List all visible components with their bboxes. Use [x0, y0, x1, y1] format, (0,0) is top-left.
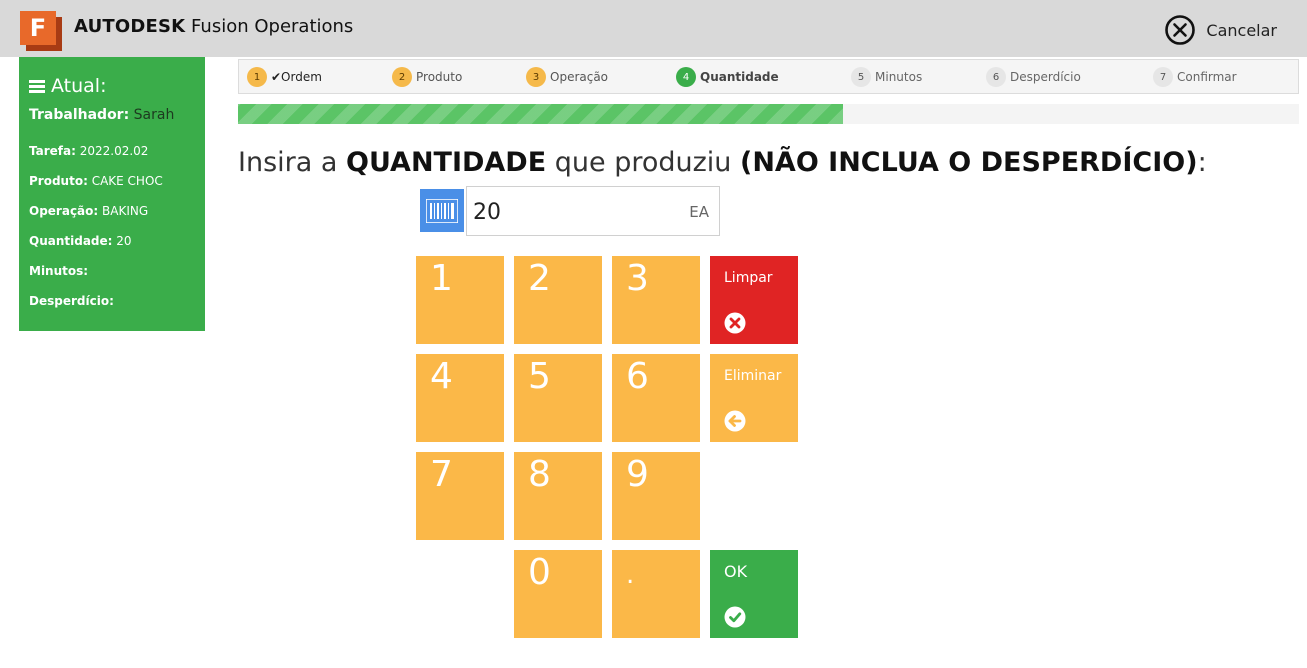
check-circle-icon [724, 606, 746, 628]
key-2[interactable]: 2 [514, 256, 602, 344]
key-digit: 6 [626, 356, 649, 397]
key-3[interactable]: 3 [612, 256, 700, 344]
step-label: Quantidade [700, 70, 779, 84]
key-5[interactable]: 5 [514, 354, 602, 442]
quantity-value: 20 [112, 234, 132, 248]
key-1[interactable]: 1 [416, 256, 504, 344]
key-digit: 4 [430, 356, 453, 397]
close-circle-icon [1165, 15, 1196, 45]
current-info-panel: Atual: Trabalhador: Sarah Tarefa: 2022.0… [19, 57, 205, 331]
app-logo: F [20, 11, 62, 51]
instruction-emphasis: QUANTIDADE [346, 147, 547, 178]
delete-button[interactable]: Eliminar [710, 354, 798, 442]
step-order[interactable]: 1 ✔Ordem [247, 67, 322, 87]
step-minutes[interactable]: 5 Minutos [851, 67, 922, 87]
progress-fill [238, 104, 843, 124]
quantity-field[interactable]: EA [466, 186, 720, 236]
quantity-input[interactable] [473, 199, 673, 225]
top-header: F AUTODESK Fusion Operations Cancelar [0, 0, 1307, 57]
cancel-button[interactable]: Cancelar [1164, 14, 1277, 46]
clear-button[interactable]: Limpar [710, 256, 798, 344]
product-row: Produto: CAKE CHOC [29, 174, 163, 188]
worker-value: Sarah [129, 107, 175, 123]
wizard-steps: 1 ✔Ordem 2 Produto 3 Operação 4 Quantida… [238, 59, 1299, 94]
app-title: AUTODESK Fusion Operations [74, 16, 353, 37]
product-name: Fusion Operations [185, 16, 354, 37]
step-number: 4 [676, 67, 696, 87]
minutes-row: Minutos: [29, 264, 88, 278]
task-label: Tarefa: [29, 144, 76, 158]
step-operation[interactable]: 3 Operação [526, 67, 608, 87]
key-digit: 3 [626, 258, 649, 299]
task-row: Tarefa: 2022.02.02 [29, 144, 148, 158]
step-number: 5 [851, 67, 871, 87]
barcode-icon [426, 198, 458, 223]
key-digit: . [626, 560, 635, 590]
unit-label: EA [689, 203, 709, 221]
key-8[interactable]: 8 [514, 452, 602, 540]
key-9[interactable]: 9 [612, 452, 700, 540]
key-7[interactable]: 7 [416, 452, 504, 540]
ok-label: OK [724, 562, 748, 581]
key-digit: 7 [430, 454, 453, 495]
step-label: ✔Ordem [271, 70, 322, 84]
step-label: Desperdício [1010, 70, 1081, 84]
step-quantity[interactable]: 4 Quantidade [676, 67, 779, 87]
key-digit: 8 [528, 454, 551, 495]
instruction-text: Insira a QUANTIDADE que produziu (NÃO IN… [238, 147, 1207, 178]
step-product[interactable]: 2 Produto [392, 67, 462, 87]
panel-title-text: Atual: [51, 75, 107, 97]
quantity-label: Quantidade: [29, 234, 113, 248]
instruction-warning: (NÃO INCLUA O DESPERDÍCIO) [739, 147, 1198, 178]
key-digit: 2 [528, 258, 551, 299]
step-number: 1 [247, 67, 267, 87]
product-value: CAKE CHOC [87, 174, 163, 188]
worker-row: Trabalhador: Sarah [29, 107, 174, 123]
menu-icon [29, 79, 45, 93]
quantity-row: Quantidade: 20 [29, 234, 132, 248]
product-label: Produto: [29, 174, 88, 188]
key-digit: 5 [528, 356, 551, 397]
ok-button[interactable]: OK [710, 550, 798, 638]
waste-label: Desperdício: [29, 294, 114, 308]
step-number: 7 [1153, 67, 1173, 87]
step-number: 6 [986, 67, 1006, 87]
instruction-part: Insira a [238, 147, 346, 178]
operation-label: Operação: [29, 204, 99, 218]
step-number: 2 [392, 67, 412, 87]
key-4[interactable]: 4 [416, 354, 504, 442]
step-label: Minutos [875, 70, 923, 84]
barcode-scan-button[interactable] [420, 189, 464, 232]
key-digit: 9 [626, 454, 649, 495]
step-number: 3 [526, 67, 546, 87]
delete-label: Eliminar [724, 368, 782, 384]
progress-bar [238, 104, 1299, 124]
step-waste[interactable]: 6 Desperdício [986, 67, 1081, 87]
operation-row: Operação: BAKING [29, 204, 148, 218]
key-digit: 0 [528, 552, 551, 593]
arrow-left-circle-icon [724, 410, 746, 432]
worker-label: Trabalhador: [29, 107, 130, 123]
times-circle-icon [724, 312, 746, 334]
key-decimal[interactable]: . [612, 550, 700, 638]
minutes-label: Minutos: [29, 264, 89, 278]
key-0[interactable]: 0 [514, 550, 602, 638]
step-label: Confirmar [1177, 70, 1237, 84]
waste-row: Desperdício: [29, 294, 114, 308]
panel-title: Atual: [29, 75, 106, 97]
cancel-label: Cancelar [1206, 20, 1277, 40]
operation-value: BAKING [98, 204, 149, 218]
key-digit: 1 [430, 258, 453, 299]
step-confirm[interactable]: 7 Confirmar [1153, 67, 1237, 87]
instruction-part: que produziu [546, 147, 740, 178]
step-label: Produto [416, 70, 463, 84]
task-value: 2022.02.02 [75, 144, 149, 158]
brand-name: AUTODESK [74, 16, 186, 37]
key-6[interactable]: 6 [612, 354, 700, 442]
instruction-part: : [1197, 147, 1207, 178]
step-label: Operação [550, 70, 609, 84]
clear-label: Limpar [724, 270, 773, 286]
